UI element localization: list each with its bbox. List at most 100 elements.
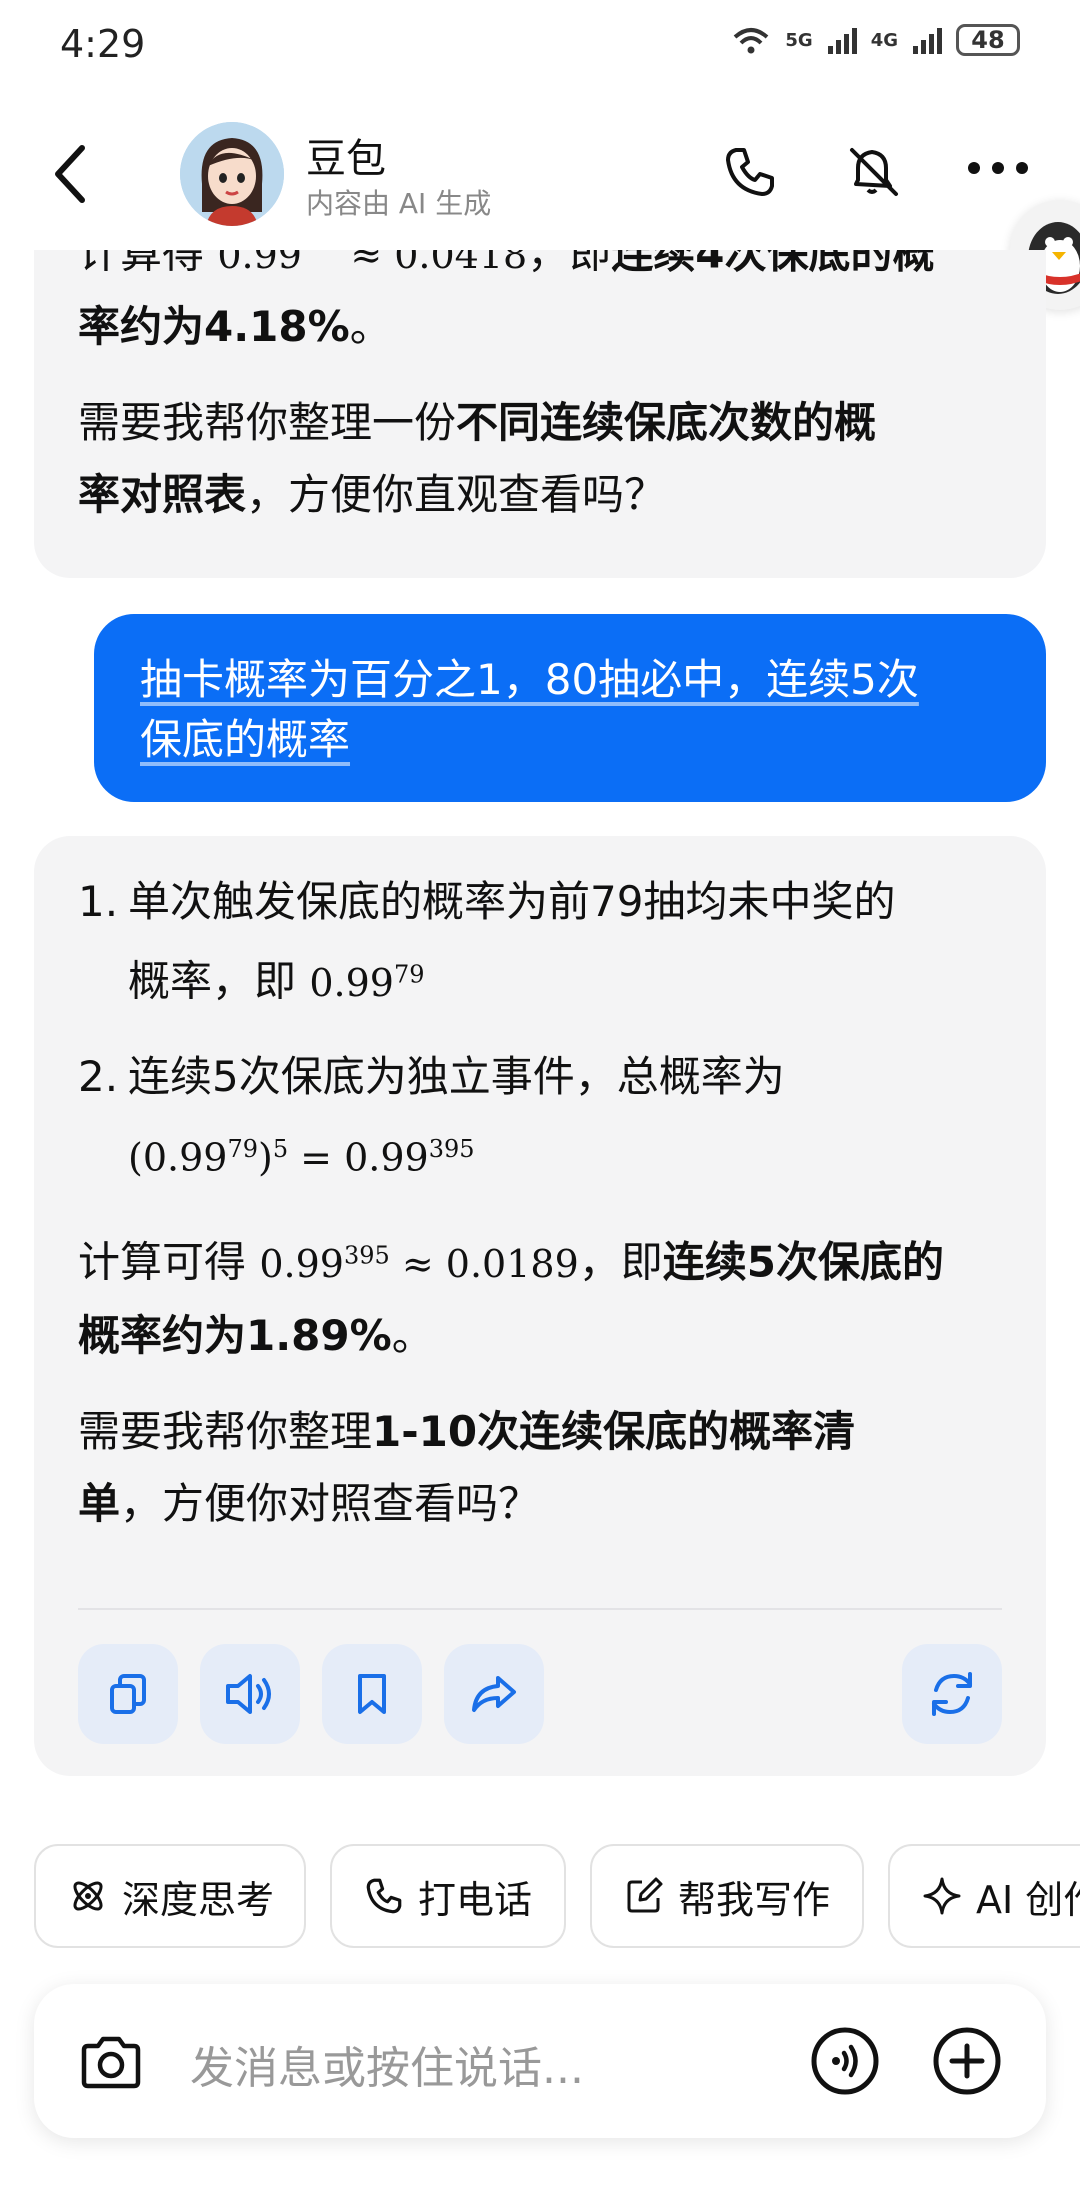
add-icon[interactable]	[932, 2026, 1002, 2096]
message-input-bar: 发消息或按住说话...	[34, 1984, 1046, 2138]
followup-end: ，方便你对照查看吗？	[120, 1478, 541, 1528]
message-input[interactable]: 发消息或按住说话...	[190, 2032, 584, 2096]
ai-list-item-2: 2. 连续5次保底为独立事件，总概率为 (0.9979)5 = 0.99395	[78, 1041, 1002, 1194]
user-message[interactable]: 抽卡概率为百分之1，80抽必中，连续5次 保底的概率	[94, 614, 1046, 802]
status-bar: 4:29 5G 4G 48	[0, 0, 1080, 92]
edit-icon	[627, 1877, 663, 1913]
prev-question-bold1: 不同连续保底次数的概	[456, 397, 877, 447]
prev-calc-approx: ≈ 0.0418	[350, 250, 528, 277]
item2-formula: (0.9979)5 = 0.99395	[128, 1113, 785, 1194]
avatar[interactable]	[180, 122, 284, 226]
calc-end: 。	[391, 1310, 434, 1360]
action-separator	[78, 1608, 1002, 1610]
status-icons: 5G 4G 48	[731, 24, 1020, 56]
ai-list-item-1: 1. 单次触发保底的概率为前79抽均未中奖的 概率，即 0.9979	[78, 866, 1002, 1019]
chip-deep-think[interactable]: 深度思考	[34, 1844, 306, 1948]
chip-deep-think-label: 深度思考	[122, 1877, 275, 1922]
item2-exp-result: 395	[428, 1134, 475, 1163]
calc-exp: 395	[343, 1241, 390, 1270]
item2-exp-outer: 5	[272, 1134, 289, 1163]
atom-icon	[73, 1881, 103, 1911]
chip-ai-create[interactable]: AI 创作	[888, 1844, 1080, 1948]
quick-action-chips: 深度思考 打电话 帮我写作 AI 创作	[0, 1844, 1080, 1954]
item1-line2-text: 概率，即	[128, 956, 297, 1006]
phone-icon	[366, 1878, 402, 1914]
user-message-line2: 保底的概率	[140, 715, 351, 764]
followup-bold2: 单	[78, 1478, 121, 1528]
ai-message-current: 1. 单次触发保底的概率为前79抽均未中奖的 概率，即 0.9979 2. 连续…	[34, 836, 1046, 1776]
item2-exp-inner: 79	[227, 1134, 258, 1163]
ai-message-previous: 计算得 0.99 ≈ 0.0418，即连续4次保底的概 率约为4.18%。 需要…	[34, 250, 1046, 578]
prev-calc-math: 0.99 ≈ 0.0418	[217, 250, 527, 277]
user-message-line1: 抽卡概率为百分之1，80抽必中，连续5次	[140, 655, 919, 704]
bookmark-icon	[358, 1674, 386, 1714]
item2-open: (0.99	[128, 1135, 228, 1180]
share-button[interactable]	[444, 1644, 544, 1744]
back-arrow-icon[interactable]	[50, 142, 90, 206]
calc-bold2: 概率约为1.89%	[78, 1310, 392, 1360]
prev-result-end: 。	[349, 301, 392, 351]
item1-number: 1.	[78, 877, 119, 926]
signal-icon-2	[913, 28, 942, 54]
item1-math: 0.9979	[309, 960, 425, 1005]
more-options-icon[interactable]	[966, 160, 1030, 176]
prev-calc-base: 0.99	[217, 250, 302, 277]
chat-title: 豆包	[306, 136, 386, 182]
read-aloud-button[interactable]	[200, 1644, 300, 1744]
speaker-muted-icon[interactable]	[846, 144, 902, 200]
chip-call[interactable]: 打电话	[330, 1844, 566, 1948]
calc-prefix: 计算可得	[78, 1237, 247, 1287]
ai-calc-paragraph: 计算可得 0.99395 ≈ 0.0189，即连续5次保底的 概率约为1.89%…	[78, 1219, 1002, 1372]
prev-question-normal: 需要我帮你整理一份	[78, 397, 457, 447]
ai-followup-question: 需要我帮你整理1-10次连续保底的概率清 单，方便你对照查看吗？	[78, 1396, 1002, 1540]
status-time: 4:29	[60, 22, 146, 66]
item1-math-base: 0.99	[309, 960, 394, 1005]
prev-question-end: ，方便你直观查看吗？	[246, 469, 667, 519]
prev-calc-line: 计算得 0.99 ≈ 0.0418，即连续4次保底的概	[78, 250, 1002, 291]
chip-ai-create-label: AI 创作	[976, 1877, 1080, 1922]
prev-question: 需要我帮你整理一份不同连续保底次数的概 率对照表，方便你直观查看吗？	[78, 387, 1002, 531]
prev-calc-bold: 连续4次保底的概	[611, 250, 935, 278]
copy-icon	[110, 1674, 146, 1714]
item2-close: )	[257, 1135, 273, 1180]
calc-bold1: 连续5次保底的	[662, 1237, 945, 1287]
chip-writing[interactable]: 帮我写作	[590, 1844, 864, 1948]
voice-input-icon[interactable]	[810, 2026, 880, 2096]
chip-writing-label: 帮我写作	[678, 1877, 831, 1922]
battery-indicator: 48	[956, 24, 1020, 56]
copy-button[interactable]	[78, 1644, 178, 1744]
prev-calc-prefix: 计算得	[78, 250, 205, 278]
chat-subtitle: 内容由 AI 生成	[306, 187, 492, 220]
chat-scroll-area[interactable]: 计算得 0.99 ≈ 0.0418，即连续4次保底的概 率约为4.18%。 需要…	[0, 250, 1080, 1830]
item1-line2: 概率，即 0.9979	[128, 938, 895, 1019]
followup-normal: 需要我帮你整理	[78, 1406, 373, 1456]
item1-line1: 单次触发保底的概率为前79抽均未中奖的	[128, 877, 896, 926]
prev-result-bold: 率约为4.18%	[78, 301, 350, 351]
wifi-icon	[734, 28, 769, 54]
bookmark-button[interactable]	[322, 1644, 422, 1744]
refresh-icon	[932, 1672, 972, 1716]
share-arrow-icon	[472, 1676, 516, 1712]
speaker-icon	[226, 1674, 271, 1714]
calc-mid: ，即	[578, 1237, 663, 1287]
calc-math: 0.99395 ≈ 0.0189	[259, 1241, 579, 1286]
item1-math-exp: 79	[393, 960, 425, 988]
network-label-4g: 4G	[870, 29, 898, 51]
item2-eq: = 0.99	[288, 1135, 429, 1180]
regenerate-button[interactable]	[902, 1644, 1002, 1744]
item2-line1: 连续5次保底为独立事件，总概率为	[128, 1051, 785, 1101]
calc-approx: ≈ 0.0189	[389, 1241, 579, 1286]
network-label-5g: 5G	[785, 29, 813, 51]
signal-icon	[827, 28, 857, 54]
camera-icon[interactable]	[78, 2034, 144, 2090]
chip-call-label: 打电话	[418, 1877, 533, 1922]
prev-question-bold2: 率对照表	[78, 469, 247, 519]
sparkle-icon	[923, 1877, 961, 1915]
prev-result-line: 率约为4.18%。	[78, 291, 1002, 363]
phone-icon[interactable]	[722, 144, 778, 200]
calc-base: 0.99	[259, 1241, 344, 1286]
followup-bold1: 1-10次连续保底的概率清	[372, 1406, 856, 1456]
prev-calc-mid: ，即	[527, 250, 612, 278]
chat-header: 豆包 内容由 AI 生成	[0, 100, 1080, 250]
item2-number: 2.	[78, 1051, 119, 1101]
